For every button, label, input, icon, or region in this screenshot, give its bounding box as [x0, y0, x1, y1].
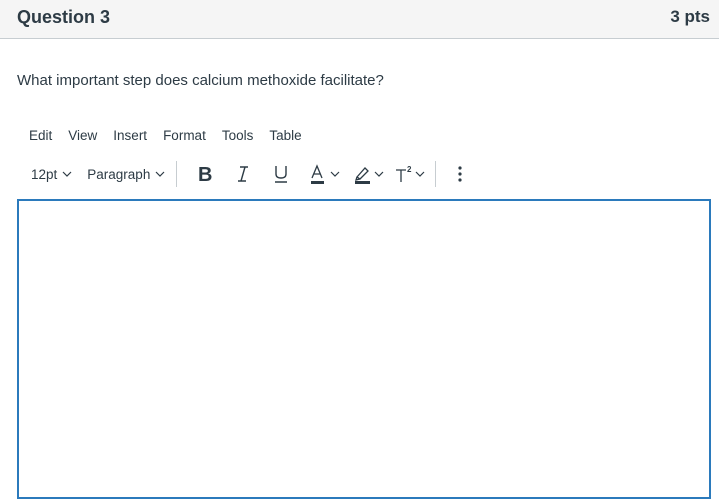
editor-menubar: Edit View Insert Format Tools Table [21, 128, 310, 146]
menu-format[interactable]: Format [155, 128, 214, 146]
chevron-down-icon [330, 171, 340, 177]
chevron-down-icon [415, 171, 425, 177]
editor-toolbar: 12pt Paragraph B 2 [23, 160, 464, 188]
svg-text:B: B [198, 164, 212, 185]
chevron-down-icon [62, 171, 72, 177]
question-text: What important step does calcium methoxi… [17, 72, 384, 89]
question-header: Question 3 3 pts [0, 0, 719, 39]
more-vertical-icon [458, 166, 462, 182]
font-size-dropdown[interactable]: 12pt [31, 160, 72, 188]
block-format-dropdown[interactable]: Paragraph [87, 160, 165, 188]
menu-edit[interactable]: Edit [21, 128, 60, 146]
block-format-value: Paragraph [87, 166, 151, 182]
question-title: Question 3 [17, 7, 111, 27]
underline-button[interactable] [270, 160, 292, 188]
text-color-button[interactable] [308, 160, 340, 188]
menu-view[interactable]: View [60, 128, 105, 146]
highlight-color-icon [355, 167, 371, 184]
italic-button[interactable] [232, 160, 254, 188]
superscript-icon: 2 [396, 165, 412, 182]
question-points: 3 pts [670, 7, 710, 26]
chevron-down-icon [155, 171, 165, 177]
chevron-down-icon [374, 171, 384, 177]
bold-icon: B [198, 164, 212, 185]
italic-icon [238, 166, 249, 182]
more-options-button[interactable] [456, 160, 464, 188]
toolbar-divider [435, 161, 437, 187]
superscript-button[interactable]: 2 [393, 160, 425, 188]
toolbar-divider [176, 161, 178, 187]
rich-text-editor-area[interactable] [17, 199, 711, 499]
menu-insert[interactable]: Insert [105, 128, 155, 146]
font-size-value: 12pt [31, 166, 58, 182]
menu-table[interactable]: Table [261, 128, 309, 146]
highlight-color-button[interactable] [352, 160, 384, 188]
underline-icon [275, 166, 288, 183]
text-color-icon [311, 164, 325, 184]
svg-text:2: 2 [407, 165, 412, 174]
bold-button[interactable]: B [194, 160, 216, 188]
menu-tools[interactable]: Tools [214, 128, 262, 146]
